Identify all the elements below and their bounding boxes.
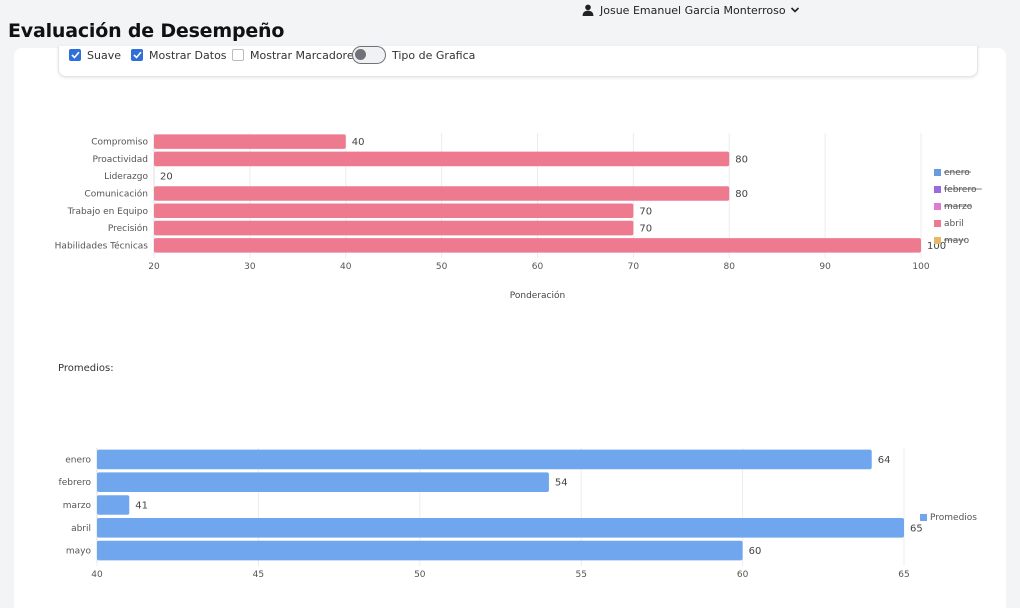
data-label: 54 xyxy=(555,478,568,489)
bar xyxy=(97,449,872,470)
x-tick-label: 50 xyxy=(414,570,426,580)
x-tick-label: 60 xyxy=(737,570,749,580)
bar xyxy=(97,472,549,493)
legend-entry: Promedios xyxy=(930,513,977,523)
data-label: 65 xyxy=(910,523,923,534)
bar xyxy=(97,517,904,538)
x-tick-label: 65 xyxy=(898,570,909,580)
data-label: 60 xyxy=(749,546,762,557)
x-tick-label: 45 xyxy=(253,570,264,580)
averages-bar-chart: 40 45 50 55 60 65 enero febrero marzo abril mayo 64… xyxy=(59,448,977,580)
y-tick-label: abril xyxy=(71,524,91,534)
y-tick-label: marzo xyxy=(63,501,92,511)
x-tick-label: 55 xyxy=(575,570,586,580)
y-tick-label: mayo xyxy=(66,547,92,557)
y-tick-label: enero xyxy=(65,455,91,465)
legend-swatch xyxy=(920,514,927,521)
data-label: 41 xyxy=(135,501,148,512)
y-tick-label: febrero xyxy=(59,478,92,488)
x-tick-label: 40 xyxy=(91,570,103,580)
bar xyxy=(97,540,743,561)
bar xyxy=(97,495,130,515)
data-label: 64 xyxy=(878,455,891,466)
